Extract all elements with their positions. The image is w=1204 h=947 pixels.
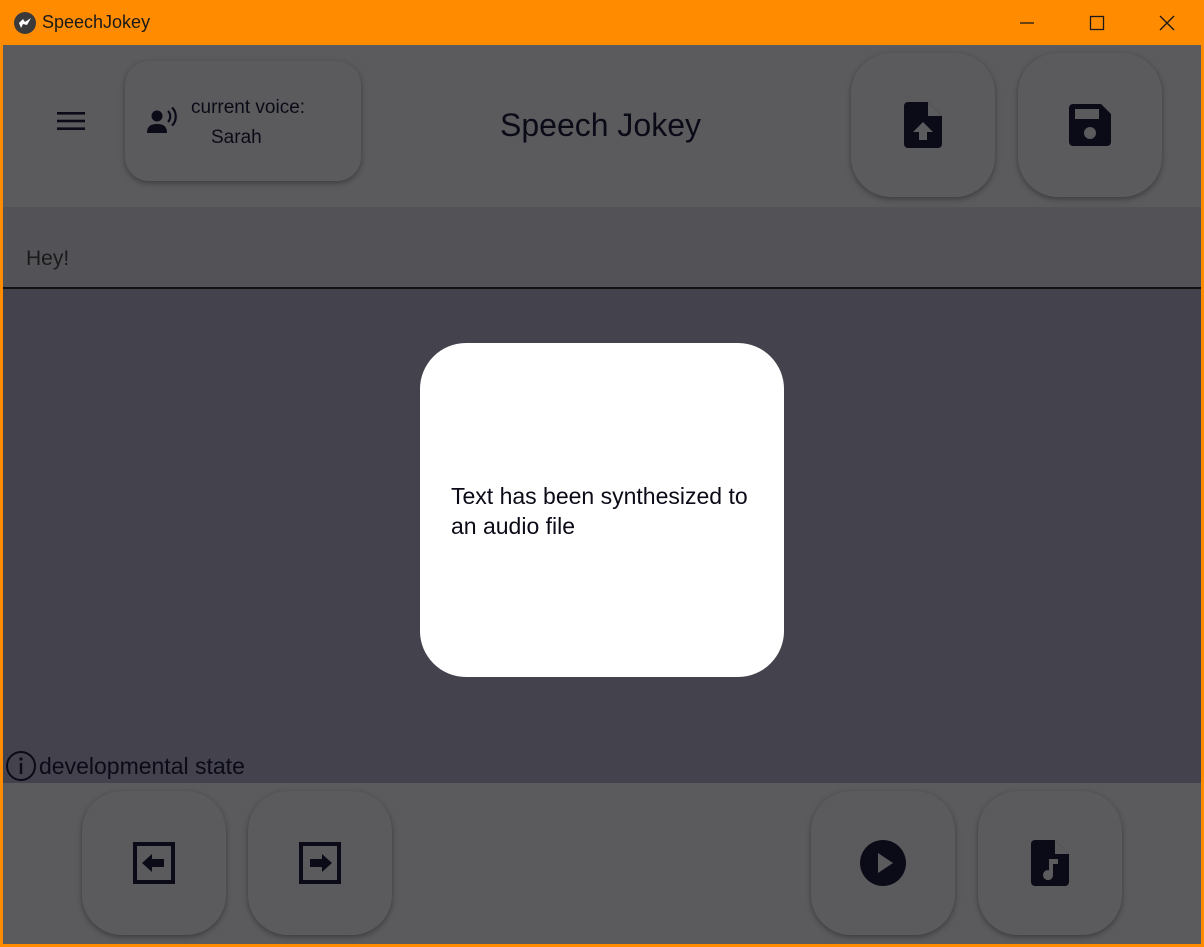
save-button[interactable]	[1018, 53, 1162, 197]
title-bar: SpeechJokey	[0, 0, 1204, 45]
status-bar: developmental state	[5, 751, 245, 781]
previous-button[interactable]	[82, 791, 226, 935]
window-title: SpeechJokey	[42, 12, 151, 32]
play-circle-icon	[860, 840, 906, 886]
speech-text-input[interactable]: Hey!	[3, 207, 1201, 289]
play-button[interactable]	[811, 791, 955, 935]
notification-dialog[interactable]: Text has been synthesized to an audio fi…	[420, 343, 784, 677]
current-voice-button[interactable]: current voice: Sarah	[125, 61, 361, 181]
close-button[interactable]	[1132, 0, 1202, 45]
status-text: developmental state	[39, 752, 245, 779]
maximize-icon	[1089, 15, 1105, 30]
page-title: Speech Jokey	[500, 107, 702, 143]
maximize-button[interactable]	[1062, 0, 1132, 45]
dialog-message: Text has been synthesized to an audio fi…	[451, 483, 748, 539]
upload-file-button[interactable]	[851, 53, 995, 197]
record-voice-icon	[147, 107, 177, 133]
bottom-toolbar	[3, 783, 1201, 944]
close-icon	[1159, 15, 1175, 30]
speech-text-value: Hey!	[26, 247, 70, 270]
info-icon	[6, 751, 36, 781]
audio-file-icon	[1031, 840, 1069, 886]
synthesize-audio-file-button[interactable]	[978, 791, 1122, 935]
arrow-right-box-icon	[299, 842, 341, 884]
voice-name: Sarah	[211, 127, 262, 148]
app-logo-icon	[14, 12, 36, 34]
voice-label: current voice:	[191, 97, 306, 118]
top-toolbar: current voice: Sarah Speech Jokey	[3, 45, 1201, 207]
hamburger-menu-icon	[57, 112, 85, 130]
arrow-left-box-icon	[133, 842, 175, 884]
app-client-area: current voice: Sarah Speech Jokey Hey! d…	[3, 45, 1201, 944]
next-button[interactable]	[248, 791, 392, 935]
minimize-button[interactable]	[992, 0, 1062, 45]
menu-button[interactable]	[51, 101, 91, 141]
floppy-save-icon	[1069, 104, 1111, 146]
file-upload-icon	[904, 102, 942, 148]
minimize-icon	[1020, 21, 1034, 24]
